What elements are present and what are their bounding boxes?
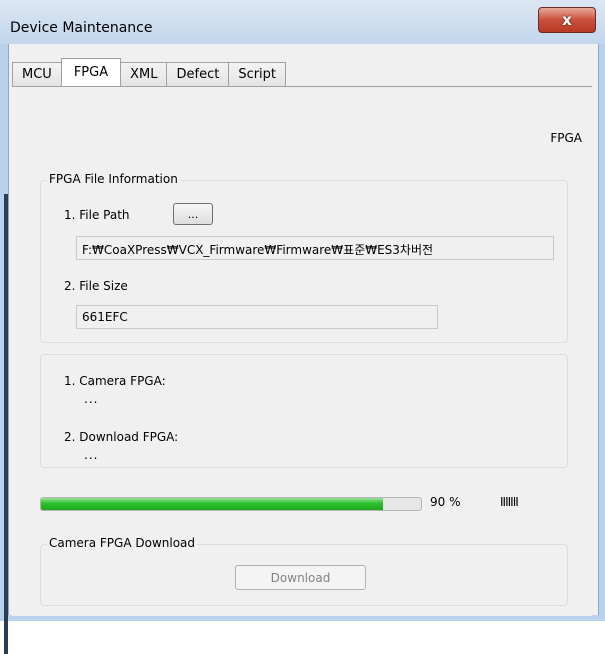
download-progress-bar	[40, 497, 422, 511]
version-info-group	[40, 354, 568, 468]
download-fpga-value: ...	[84, 448, 99, 462]
file-size-field[interactable]: 661EFC	[76, 305, 438, 329]
download-group-title: Camera FPGA Download	[47, 536, 198, 550]
camera-fpga-value: ...	[84, 392, 99, 406]
progress-bar-fill	[41, 498, 383, 510]
download-fpga-label: 2. Download FPGA:	[64, 430, 179, 444]
tab-mcu[interactable]: MCU	[12, 62, 62, 86]
title-bar[interactable]: Device Maintenance x	[0, 0, 605, 44]
tab-fpga[interactable]: FPGA	[60, 58, 122, 86]
tab-xml[interactable]: XML	[120, 62, 168, 86]
camera-fpga-label: 1. Camera FPGA:	[64, 374, 166, 388]
download-button-label: Download	[270, 570, 331, 585]
close-button[interactable]: x	[538, 7, 596, 33]
file-info-group-title: FPGA File Information	[47, 172, 180, 186]
tab-strip: MCU FPGA XML Defect Script	[12, 58, 287, 86]
device-maintenance-window: Device Maintenance x MCU FPGA XML Defect…	[0, 0, 605, 654]
file-path-label: 1. File Path	[64, 208, 130, 222]
browse-button-label: ...	[187, 207, 199, 221]
download-button[interactable]: Download	[235, 565, 366, 590]
file-size-label: 2. File Size	[64, 279, 128, 293]
panel-heading: FPGA	[550, 131, 582, 145]
file-path-field[interactable]: F:₩CoaXPress₩VCX_Firmware₩Firmware₩표준₩ES…	[76, 236, 554, 260]
window-left-border	[0, 44, 8, 654]
window-title: Device Maintenance	[10, 20, 153, 36]
tab-defect[interactable]: Defect	[166, 62, 230, 86]
progress-ticks: IIIIIII	[500, 495, 519, 509]
progress-percent-text: 90 %	[430, 495, 461, 509]
tab-script[interactable]: Script	[228, 62, 287, 86]
browse-button[interactable]: ...	[173, 203, 213, 225]
close-icon: x	[562, 11, 572, 29]
